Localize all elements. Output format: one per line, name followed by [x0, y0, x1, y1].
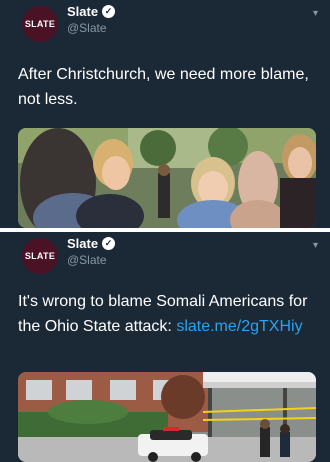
verified-badge-icon: ✓	[102, 5, 116, 18]
user-handle[interactable]: @Slate	[67, 21, 107, 35]
photo-police-scene-image	[18, 372, 316, 462]
display-name-text: Slate	[67, 4, 99, 19]
tweet-link[interactable]: slate.me/2gTXHiy	[176, 318, 302, 335]
display-name[interactable]: Slate ✓	[67, 236, 116, 251]
user-handle[interactable]: @Slate	[67, 253, 107, 267]
avatar[interactable]: SLATE	[22, 6, 58, 42]
tweet-photo[interactable]	[18, 372, 316, 462]
avatar[interactable]: SLATE	[22, 238, 58, 274]
tweet-text: It's wrong to blame Somali Americans for…	[18, 289, 318, 339]
avatar-logo-text: SLATE	[24, 19, 56, 29]
display-name-text: Slate	[67, 236, 99, 251]
chevron-down-icon[interactable]: ▾	[313, 8, 318, 19]
avatar-logo-text: SLATE	[24, 251, 56, 261]
tweet-photo[interactable]	[18, 128, 316, 228]
tweet-card-2[interactable]: SLATE Slate ✓ @Slate ▾ It's wrong to bla…	[0, 232, 330, 462]
verified-badge-icon: ✓	[102, 237, 116, 250]
tweet-text: After Christchurch, we need more blame, …	[18, 66, 309, 108]
photo-embrace-image	[18, 128, 316, 228]
chevron-down-icon[interactable]: ▾	[313, 240, 318, 251]
tweet-card-1[interactable]: SLATE Slate ✓ @Slate ▾ After Christchurc…	[0, 0, 330, 228]
display-name[interactable]: Slate ✓	[67, 4, 116, 19]
